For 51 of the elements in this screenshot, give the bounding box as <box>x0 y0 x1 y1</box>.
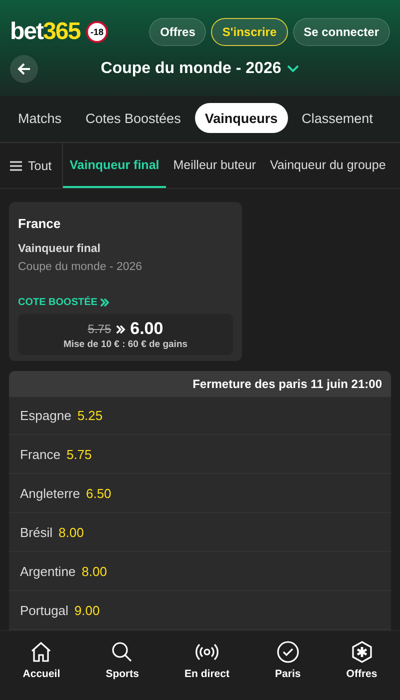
double-chevron-icon <box>116 324 126 334</box>
old-odds: 5.75 <box>88 322 112 336</box>
nav-button[interactable]: En direct <box>178 639 236 685</box>
brand-logo[interactable]: bet365 <box>10 18 80 46</box>
tab[interactable]: Matchs <box>8 103 72 133</box>
market-name: Vainqueur final <box>18 243 102 255</box>
odds-value[interactable]: 5.75 <box>66 446 92 462</box>
odds-value[interactable]: 6.50 <box>86 486 112 501</box>
tab[interactable]: Vainqueurs <box>194 103 288 133</box>
payout-text: Mise de 10 € : 60 € de gains <box>63 339 188 350</box>
age-badge: -18 <box>86 21 108 43</box>
subtab[interactable]: Meilleur buteur <box>166 143 263 188</box>
competition-name: Coupe du monde - 2026 <box>18 261 144 273</box>
team-name: France <box>18 216 62 231</box>
double-chevron-icon <box>100 298 110 307</box>
odds-value[interactable]: 8.00 <box>58 524 84 540</box>
check-circle-icon <box>276 640 300 664</box>
team-name[interactable]: France <box>20 446 60 462</box>
boosted-odds: 6.00 <box>130 319 164 339</box>
team-name[interactable]: Brésil <box>20 524 53 540</box>
odds-value[interactable]: 5.25 <box>77 408 103 424</box>
header-button[interactable]: S'inscrire <box>211 18 288 46</box>
odds-value[interactable]: 9.00 <box>74 602 100 618</box>
competition-title[interactable]: Coupe du monde - 2026 <box>38 59 362 79</box>
chevron-down-icon <box>287 65 300 73</box>
subtab[interactable]: Vainqueur final <box>62 143 166 188</box>
nav-button[interactable]: Offres <box>340 639 384 685</box>
odds-value[interactable]: 8.00 <box>82 564 107 579</box>
tab[interactable]: Classement <box>292 103 383 133</box>
filter-button[interactable]: Tout <box>0 143 63 188</box>
team-name[interactable]: Argentine <box>20 564 76 579</box>
nav-button[interactable]: Sports <box>100 639 145 685</box>
back-arrow-icon <box>16 61 32 77</box>
star-badge-icon <box>350 640 374 664</box>
boost-card[interactable]: France Vainqueur final Coupe du monde - 2026 COTE BOOSTÉE 5.75 6.00 Mise de 10 € : 60 € de gains <box>9 202 242 361</box>
closing-time: Fermeture des paris 11 juin 21:00 <box>192 376 382 391</box>
team-name[interactable]: Angleterre <box>20 486 80 501</box>
header-button[interactable]: Se connecter <box>292 18 390 46</box>
tab[interactable]: Cotes Boostées <box>76 103 191 133</box>
header-button[interactable]: Offres <box>149 18 206 46</box>
subtab[interactable]: Vainqueur du groupe <box>262 143 393 188</box>
back-button[interactable] <box>10 55 38 83</box>
team-name[interactable]: Espagne <box>20 408 72 424</box>
boost-label: COTE BOOSTÉE <box>18 297 98 308</box>
team-name[interactable]: Portugal <box>20 602 68 618</box>
odds-button[interactable]: 5.75 6.00 Mise de 10 € : 60 € de gains <box>18 314 233 355</box>
home-icon <box>29 640 54 664</box>
nav-button[interactable]: Paris <box>269 639 307 685</box>
menu-icon <box>10 160 22 170</box>
search-icon <box>110 640 134 664</box>
nav-button[interactable]: Accueil <box>16 639 66 685</box>
